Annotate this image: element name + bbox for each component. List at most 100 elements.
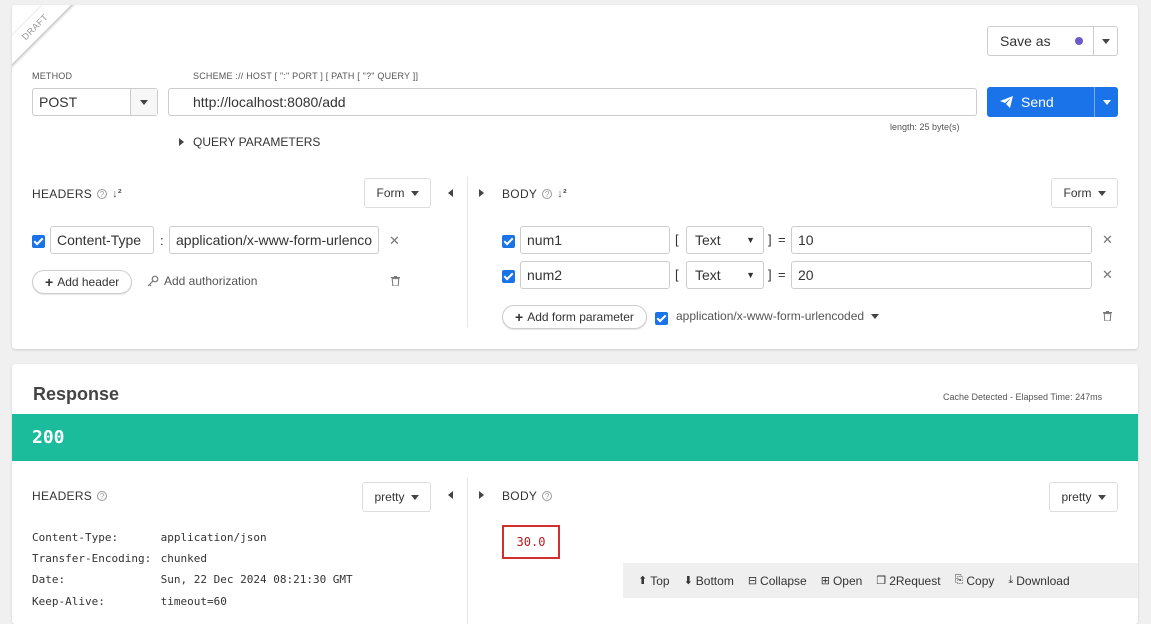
caret-right-icon [179, 138, 184, 146]
arrow-down-circle-icon: ⬇ [683, 575, 693, 587]
chevron-down-icon [1097, 494, 1106, 500]
response-headers-mode-dropdown[interactable]: pretty [362, 482, 431, 512]
to-request-button[interactable]: ❐ 2Request [876, 574, 940, 588]
copy-button[interactable]: ⎘ Copy [955, 574, 995, 588]
remove-header-icon[interactable]: ✕ [389, 233, 400, 249]
method-select[interactable]: POST [32, 88, 158, 116]
collapse-label: Collapse [760, 573, 807, 588]
url-length-info: length: 25 byte(s) [890, 122, 960, 132]
cache-info: Cache Detected - Elapsed Time: 247ms [943, 392, 1103, 402]
add-form-parameter-button[interactable]: + Add form parameter [502, 305, 647, 329]
copy-icon: ⎘ [954, 574, 964, 586]
download-icon: ⤓ [1008, 574, 1014, 586]
header-value-input[interactable]: application/x-www-form-urlenco [169, 226, 379, 254]
body-param-value-input[interactable]: 10 [791, 226, 1092, 254]
content-type-dropdown[interactable]: application/x-www-form-urlencoded [676, 309, 880, 323]
collapse-left-icon[interactable] [448, 189, 453, 197]
response-header-value: Sun, 22 Dec 2024 08:21:30 GMT [160, 573, 353, 586]
trash-icon[interactable] [391, 276, 400, 286]
response-header-value: chunked [160, 552, 207, 565]
request-body-mode: Form [1063, 186, 1092, 200]
response-header-row: Content-Type: application/json [32, 531, 267, 544]
header-row-checkbox[interactable] [32, 235, 45, 248]
body-param-type-select[interactable]: Text ▼ [686, 261, 764, 289]
bracket-close: ] [768, 267, 772, 282]
chevron-down-icon [410, 494, 419, 500]
bottom-button[interactable]: ⬇ Bottom [684, 574, 734, 588]
add-authorization-label: Add authorization [164, 274, 258, 288]
response-body-value: 30.0 [516, 535, 546, 549]
add-header-label: Add header [57, 275, 120, 289]
url-input[interactable]: http://localhost:8080/add [168, 88, 977, 116]
save-as-dropdown-toggle[interactable] [1093, 27, 1117, 55]
sort-icon[interactable]: ↓² [557, 188, 567, 200]
trash-icon[interactable] [1103, 311, 1112, 321]
remove-param-icon[interactable]: ✕ [1102, 267, 1113, 283]
help-icon[interactable]: ? [97, 189, 108, 199]
minus-square-icon: ⊟ [747, 575, 758, 587]
content-type-checkbox[interactable] [655, 312, 668, 325]
chevron-down-icon [140, 99, 148, 105]
collapse-left-icon[interactable] [448, 491, 453, 499]
url-hint: SCHEME :// HOST [ ":" PORT ] [ PATH [ "?… [193, 71, 419, 81]
body-param-value: 10 [798, 232, 814, 248]
bracket-open: [ [675, 232, 679, 247]
collapse-right-icon[interactable] [479, 189, 484, 197]
response-body-value-box: 30.0 [502, 525, 560, 559]
body-param-type: Text [695, 232, 721, 248]
send-button[interactable]: Send [987, 87, 1094, 117]
response-headers-label: HEADERS [32, 489, 93, 503]
request-split-divider [467, 177, 468, 327]
chevron-down-icon [871, 313, 880, 319]
help-icon[interactable]: ? [542, 189, 553, 199]
top-button[interactable]: ⬆ Top [638, 574, 670, 588]
method-label: METHOD [32, 71, 73, 81]
body-row-checkbox[interactable] [502, 270, 515, 283]
header-name-input[interactable]: Content-Type [50, 226, 154, 254]
chevron-down-icon [1097, 190, 1106, 196]
collapse-right-icon[interactable] [479, 491, 484, 499]
response-header-row: Transfer-Encoding: chunked [32, 552, 207, 565]
query-parameters-toggle[interactable]: QUERY PARAMETERS [179, 135, 320, 149]
save-as-button[interactable]: Save as [988, 27, 1093, 55]
request-body-mode-dropdown[interactable]: Form [1051, 178, 1118, 208]
save-as-group: Save as [987, 26, 1118, 56]
body-row-checkbox[interactable] [502, 235, 515, 248]
send-dropdown-toggle[interactable] [1094, 87, 1118, 117]
add-authorization-link[interactable]: Add authorization [147, 274, 257, 288]
add-header-button[interactable]: + Add header [32, 270, 133, 294]
request-body-title: BODY ? ↓² [502, 187, 567, 201]
save-as-label: Save as [1000, 33, 1051, 49]
method-dropdown-toggle[interactable] [130, 89, 157, 115]
plus-icon: + [45, 274, 54, 290]
request-headers-mode-dropdown[interactable]: Form [364, 178, 431, 208]
response-headers-mode: pretty [374, 490, 405, 504]
response-title: Response [33, 384, 120, 404]
body-param-value: 20 [798, 267, 814, 283]
remove-param-icon[interactable]: ✕ [1102, 232, 1113, 248]
send-button-group: Send [987, 87, 1118, 117]
help-icon[interactable]: ? [97, 491, 108, 501]
open-label: Open [832, 573, 863, 588]
collapse-button[interactable]: ⊟ Collapse [748, 574, 807, 588]
request-headers-mode: Form [376, 186, 405, 200]
body-param-name-input[interactable]: num1 [520, 226, 670, 254]
arrow-up-circle-icon: ⬆ [638, 575, 648, 587]
response-header-value: timeout=60 [160, 595, 227, 608]
sort-icon[interactable]: ↓² [112, 188, 122, 200]
body-param-value-input[interactable]: 20 [791, 261, 1092, 289]
download-button[interactable]: ⤓ Download [1008, 574, 1069, 588]
response-body-mode-dropdown[interactable]: pretty [1049, 482, 1118, 512]
open-button[interactable]: ⊞ Open [821, 574, 863, 588]
response-split-divider [467, 478, 468, 624]
chevron-down-icon: ▼ [746, 270, 755, 280]
copy-label: Copy [966, 573, 995, 588]
request-headers-label: HEADERS [32, 187, 93, 201]
help-icon[interactable]: ? [542, 491, 553, 501]
body-param-name-input[interactable]: num2 [520, 261, 670, 289]
status-code: 200 [32, 427, 65, 448]
header-value-value: application/x-www-form-urlenco [176, 232, 373, 248]
body-param-name: num1 [527, 232, 563, 248]
top-label: Top [650, 573, 670, 588]
body-param-type-select[interactable]: Text ▼ [686, 226, 764, 254]
